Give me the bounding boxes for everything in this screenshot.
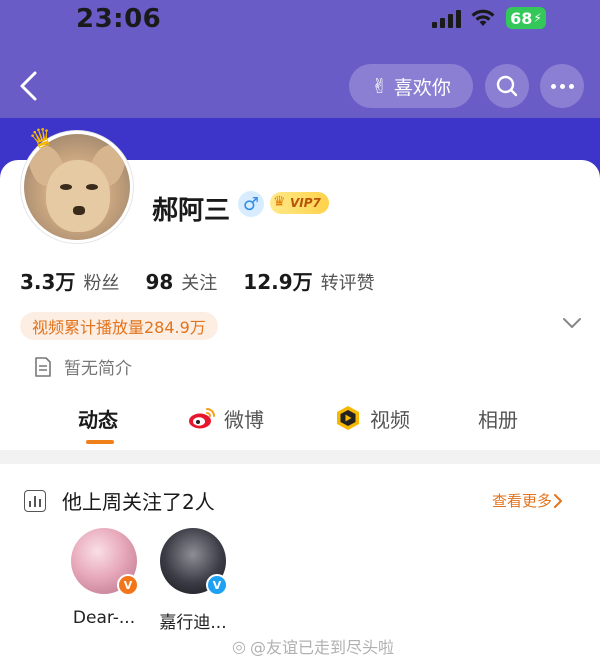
stat-value: 12.9万 — [243, 270, 313, 294]
chevron-left-icon — [20, 71, 37, 101]
bar-chart-icon — [24, 490, 46, 512]
stat-value: 3.3万 — [20, 270, 76, 294]
tab-label: 相册 — [478, 407, 518, 432]
stat-label: 关注 — [181, 273, 218, 294]
user-avatar: V — [71, 528, 139, 596]
video-plays-badge[interactable]: 视频累计播放量284.9万 — [20, 312, 218, 340]
tab-label: 视频 — [370, 407, 410, 432]
charging-bolt-icon: ⚡ — [533, 11, 542, 25]
tab-posts[interactable]: 动态 — [78, 400, 118, 436]
status-bar: 23:06 68 ⚡ — [0, 0, 600, 40]
profile-username: 郝阿三 — [152, 196, 231, 226]
weibo-watermark-icon: ◎ — [232, 636, 246, 656]
verified-badge-icon: V — [206, 574, 228, 596]
video-icon — [334, 405, 362, 431]
vip-label: VIP7 — [290, 196, 321, 210]
verified-badge-icon: V — [117, 574, 139, 596]
chevron-right-icon — [554, 493, 563, 508]
tab-label: 动态 — [78, 407, 118, 432]
followed-user[interactable]: V 嘉行迪... — [153, 528, 233, 633]
wifi-icon — [471, 9, 495, 26]
weibo-icon — [188, 406, 216, 430]
intro-text: 暂无简介 — [64, 359, 132, 379]
back-button[interactable] — [8, 64, 48, 108]
watermark: ◎ @友谊已走到尽头啦 — [232, 634, 394, 658]
stat-followers[interactable]: 3.3万 粉丝 — [20, 266, 119, 295]
chevron-down-icon[interactable] — [562, 316, 582, 330]
vip-badge[interactable]: ♛ VIP7 — [270, 192, 329, 214]
user-name: 嘉行迪... — [159, 613, 227, 633]
profile-stats: 3.3万 粉丝 98 关注 12.9万 转评赞 — [20, 266, 401, 295]
like-you-button[interactable]: ✌ 喜欢你 — [349, 64, 473, 108]
stat-following[interactable]: 98 关注 — [145, 269, 217, 295]
profile-intro[interactable]: 暂无简介 — [34, 354, 132, 379]
more-options-button[interactable] — [540, 64, 584, 108]
hand-heart-icon: ✌ — [371, 74, 388, 98]
vip-crown-icon: ♛ — [273, 194, 286, 210]
search-button[interactable] — [485, 64, 529, 108]
user-name: Dear-... — [72, 608, 136, 628]
like-you-label: 喜欢你 — [393, 76, 451, 99]
section-divider — [0, 450, 600, 464]
follow-activity-title: 他上周关注了2人 — [62, 490, 215, 514]
see-more-label: 查看更多 — [492, 492, 553, 510]
stat-interactions[interactable]: 12.9万 转评赞 — [243, 266, 374, 295]
active-tab-indicator — [86, 440, 114, 444]
more-dots-icon — [550, 83, 574, 89]
status-time: 23:06 — [76, 4, 162, 34]
stat-label: 转评赞 — [320, 273, 375, 294]
stat-value: 98 — [145, 270, 174, 294]
battery-level: 68 — [510, 8, 533, 28]
watermark-text: @友谊已走到尽头啦 — [249, 638, 394, 657]
followed-user[interactable]: V Dear-... — [64, 528, 144, 628]
stat-label: 粉丝 — [83, 273, 120, 294]
battery-indicator: 68 ⚡ — [506, 7, 546, 29]
male-gender-icon: ♂ — [238, 191, 264, 217]
tab-label: 微博 — [224, 407, 264, 432]
see-more-link[interactable]: 查看更多 — [492, 490, 564, 511]
search-icon — [496, 75, 518, 97]
tab-weibo[interactable]: 微博 — [188, 400, 264, 436]
tab-videos[interactable]: 视频 — [334, 400, 410, 436]
document-icon — [35, 356, 51, 377]
user-avatar: V — [160, 528, 228, 596]
tab-albums[interactable]: 相册 — [478, 400, 518, 436]
follow-activity-card: 他上周关注了2人 查看更多 V Dear-... V 嘉行迪... — [0, 464, 600, 661]
cellular-signal-icon — [432, 10, 462, 28]
